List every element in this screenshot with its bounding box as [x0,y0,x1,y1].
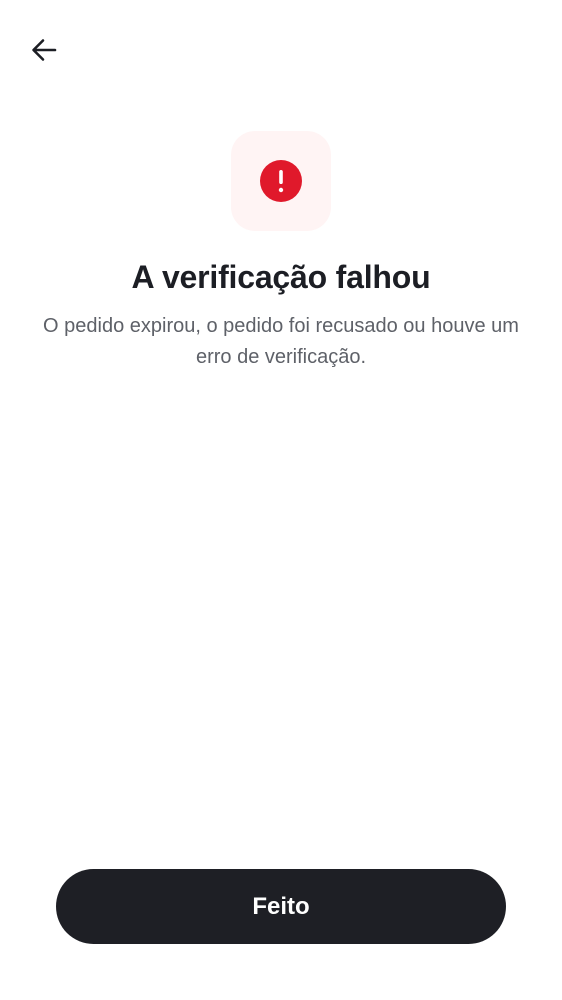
error-description: O pedido expirou, o pedido foi recusado … [43,315,519,368]
done-button[interactable]: Feito [56,869,506,944]
done-button-label: Feito [252,892,310,920]
back-button[interactable] [24,30,64,70]
arrow-left-icon [32,39,57,61]
page-title: A verificação falhou [131,259,431,295]
alert-circle-icon [260,160,302,202]
error-status-tile [231,131,331,231]
